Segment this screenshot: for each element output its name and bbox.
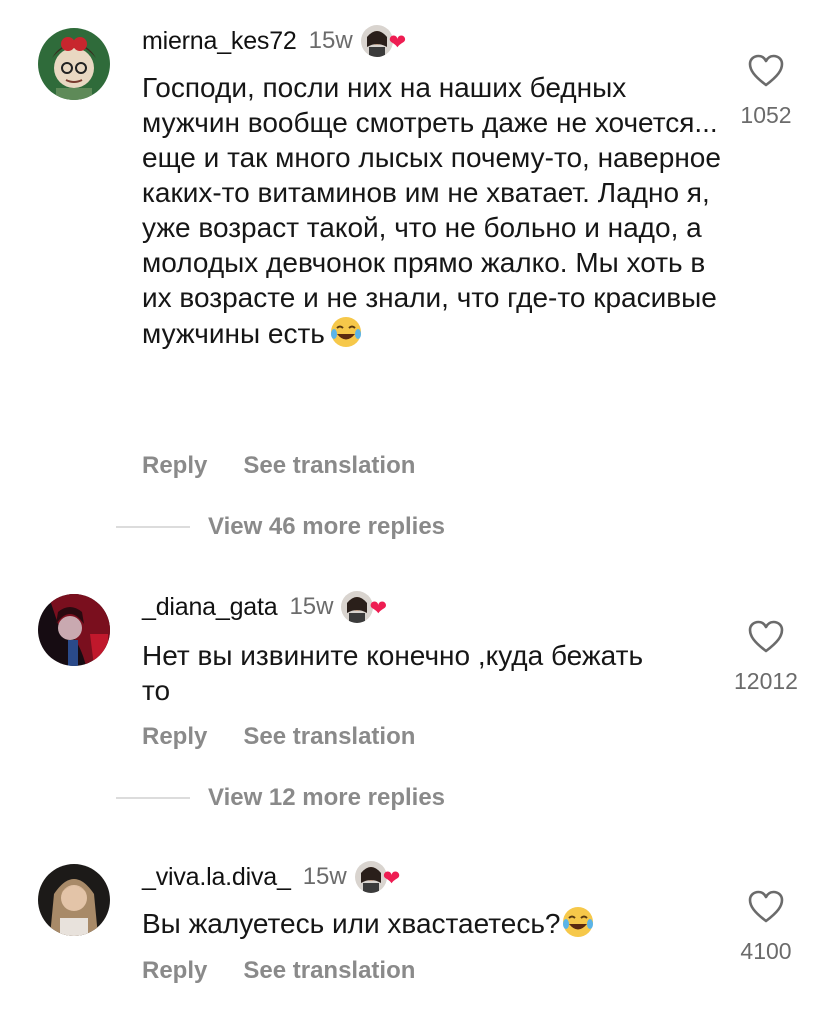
comment-text-block: Господи, посли них на наших бедных мужчи… bbox=[142, 70, 722, 351]
divider bbox=[116, 797, 190, 799]
heart-outline-icon[interactable] bbox=[748, 54, 784, 88]
heart-outline-icon[interactable] bbox=[748, 890, 784, 924]
like-count: 1052 bbox=[740, 102, 792, 128]
laughing-crying-emoji bbox=[330, 317, 361, 347]
comment-actions: Reply See translation bbox=[142, 452, 415, 480]
heart-filled-icon: ❤ bbox=[388, 31, 407, 54]
timestamp: 15w bbox=[302, 863, 347, 890]
heart-filled-icon: ❤ bbox=[369, 597, 388, 620]
avatar[interactable] bbox=[38, 594, 110, 666]
reply-button[interactable]: Reply bbox=[142, 957, 207, 985]
like-button[interactable]: 1052 bbox=[706, 54, 825, 129]
view-replies-label[interactable]: View 12 more replies bbox=[208, 784, 445, 812]
comment-text: Нет вы извините конечно ,куда бежать то bbox=[142, 640, 644, 706]
creator-liked-badge: ❤ bbox=[360, 24, 411, 58]
comment-header: _diana_gata 15w ❤ bbox=[142, 590, 391, 624]
comment-text: Господи, посли них на наших бедных мужчи… bbox=[142, 72, 721, 349]
divider bbox=[116, 526, 190, 528]
comment-text: Вы жалуетесь или хвастаетесь? bbox=[142, 908, 561, 939]
creator-liked-badge: ❤ bbox=[354, 860, 405, 894]
comment-text-block: Вы жалуетесь или хвастаетесь? bbox=[142, 905, 722, 941]
view-replies-button[interactable]: View 46 more replies bbox=[116, 513, 445, 541]
username[interactable]: _diana_gata bbox=[142, 593, 278, 622]
username[interactable]: mierna_kes72 bbox=[142, 27, 297, 56]
comment-actions: Reply See translation bbox=[142, 723, 415, 751]
see-translation-button[interactable]: See translation bbox=[243, 452, 415, 480]
comment-text-block: Нет вы извините конечно ,куда бежать то bbox=[142, 638, 662, 708]
like-count: 12012 bbox=[734, 668, 798, 694]
laughing-crying-emoji bbox=[562, 907, 593, 937]
timestamp: 15w bbox=[289, 593, 334, 620]
like-button[interactable]: 12012 bbox=[706, 620, 825, 695]
creator-liked-badge: ❤ bbox=[341, 590, 391, 624]
heart-outline-icon[interactable] bbox=[748, 620, 784, 654]
comment-header: _viva.la.diva_ 15w ❤ bbox=[142, 860, 405, 894]
avatar[interactable] bbox=[38, 864, 110, 936]
avatar[interactable] bbox=[38, 28, 110, 100]
username[interactable]: _viva.la.diva_ bbox=[142, 863, 291, 892]
reply-button[interactable]: Reply bbox=[142, 452, 207, 480]
see-translation-button[interactable]: See translation bbox=[243, 723, 415, 751]
like-button[interactable]: 4100 bbox=[706, 890, 825, 965]
see-translation-button[interactable]: See translation bbox=[243, 957, 415, 985]
heart-filled-icon: ❤ bbox=[382, 867, 401, 890]
view-replies-button[interactable]: View 12 more replies bbox=[116, 784, 445, 812]
comment-actions: Reply See translation bbox=[142, 957, 415, 985]
view-replies-label[interactable]: View 46 more replies bbox=[208, 513, 445, 541]
reply-button[interactable]: Reply bbox=[142, 723, 207, 751]
timestamp: 15w bbox=[308, 27, 353, 54]
comment-header: mierna_kes72 15w ❤ bbox=[142, 24, 411, 58]
like-count: 4100 bbox=[740, 938, 792, 964]
